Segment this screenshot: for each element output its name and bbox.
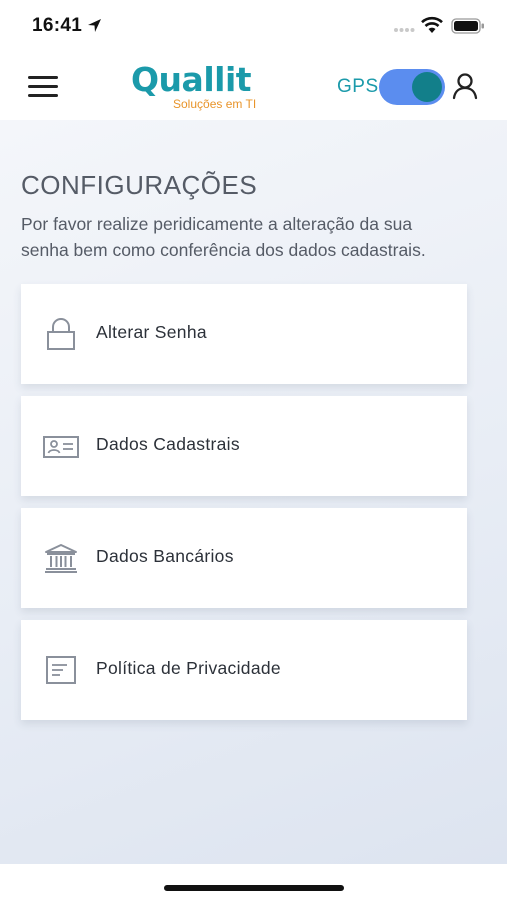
- bottom-bar: [0, 864, 507, 900]
- gps-toggle[interactable]: [379, 69, 445, 105]
- app-logo: Quallit Soluções em TI: [131, 60, 281, 112]
- gps-toggle-knob: [412, 72, 442, 102]
- lock-icon: [47, 318, 75, 350]
- wifi-icon: [421, 16, 443, 33]
- user-icon[interactable]: [451, 72, 479, 100]
- menu-item-politica-privacidade[interactable]: Política de Privacidade: [21, 620, 467, 720]
- page-description: Por favor realize peridicamente a altera…: [21, 213, 426, 260]
- menu-item-dados-cadastrais[interactable]: Dados Cadastrais: [21, 396, 467, 496]
- status-bar: 16:41: [0, 0, 507, 52]
- gps-label: GPS: [337, 76, 379, 97]
- document-icon: [46, 656, 76, 684]
- location-arrow-icon: [88, 19, 101, 32]
- cellular-dots-icon: [394, 28, 415, 32]
- menu-item-label: Alterar Senha: [96, 322, 207, 342]
- menu-item-label: Política de Privacidade: [96, 658, 281, 678]
- menu-item-label: Dados Bancários: [96, 546, 234, 566]
- menu-item-label: Dados Cadastrais: [96, 434, 240, 454]
- app-header: Quallit Soluções em TI GPS: [0, 52, 507, 120]
- status-time: 16:41: [32, 15, 83, 36]
- menu-item-dados-bancarios[interactable]: Dados Bancários: [21, 508, 467, 608]
- battery-icon: [451, 18, 484, 34]
- bank-icon: [45, 544, 77, 573]
- hamburger-menu-icon[interactable]: [26, 74, 60, 98]
- menu-item-alterar-senha[interactable]: Alterar Senha: [21, 284, 467, 384]
- settings-content: CONFIGURAÇÕES Por favor realize peridica…: [0, 120, 507, 864]
- home-indicator[interactable]: [164, 885, 344, 891]
- logo-subtitle: Soluções em TI: [173, 97, 257, 111]
- id-card-icon: [43, 436, 79, 458]
- logo-text: Quallit: [131, 60, 252, 99]
- page-title: CONFIGURAÇÕES: [21, 170, 258, 201]
